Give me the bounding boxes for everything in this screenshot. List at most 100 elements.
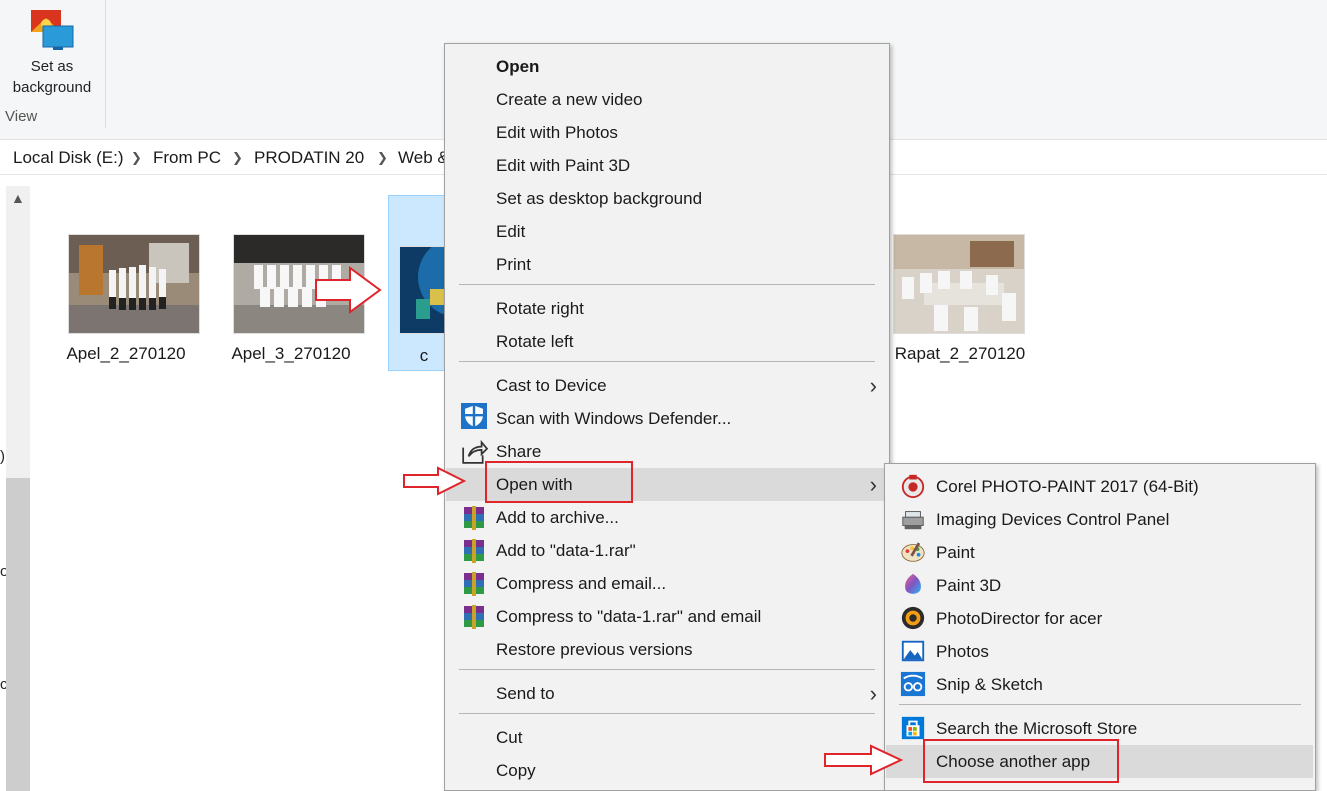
set-as-background-label: Set as background — [12, 58, 92, 96]
winrar-icon — [464, 539, 484, 563]
menu-item-label: Imaging Devices Control Panel — [936, 510, 1170, 529]
photodirector-icon — [901, 606, 925, 630]
file-thumbnail — [893, 234, 1025, 334]
menu-item-label: Edit with Photos — [496, 123, 618, 142]
menu-separator — [459, 713, 875, 714]
snip-sketch-icon — [900, 671, 926, 697]
winrar-icon — [464, 572, 484, 596]
chevron-right-icon[interactable]: ❯ — [232, 150, 243, 166]
menu-item-label: Snip & Sketch — [936, 675, 1043, 694]
nav-item-fragment[interactable]: ) — [0, 448, 5, 465]
chevron-right-icon: › — [869, 373, 877, 398]
menu-item-label: Rotate right — [496, 299, 584, 318]
chevron-right-icon: › — [869, 681, 877, 706]
menu-item-label: Scan with Windows Defender... — [496, 409, 732, 428]
menu-item-scan-defender[interactable]: Scan with Windows Defender... — [446, 402, 889, 435]
scroll-up-icon[interactable]: ▲ — [11, 190, 25, 206]
menu-item-compress-email[interactable]: Compress and email... — [446, 567, 889, 600]
annotation-arrow-icon — [403, 466, 466, 496]
app-item-paint3d[interactable]: Paint 3D — [886, 569, 1315, 602]
winrar-icon — [464, 605, 484, 629]
menu-item-label: Send to — [496, 684, 555, 703]
file-item[interactable]: Rapat_2_270120 — [893, 234, 1043, 410]
breadcrumb-web[interactable]: Web & — [398, 148, 449, 168]
menu-item-add-to-rar[interactable]: Add to "data-1.rar" — [446, 534, 889, 567]
set-as-background-button[interactable]: Set as background — [4, 4, 100, 100]
set-background-icon — [31, 10, 74, 50]
menu-item-label: Photos — [936, 642, 989, 661]
menu-item-label: Print — [496, 255, 531, 274]
menu-separator — [899, 704, 1301, 705]
ribbon-group-label: View — [5, 108, 38, 125]
menu-item-label: Corel PHOTO-PAINT 2017 (64-Bit) — [936, 477, 1199, 496]
menu-item-set-desktop-background[interactable]: Set as desktop background — [446, 182, 889, 215]
nav-scrollbar[interactable]: ▲ — [6, 186, 30, 791]
menu-item-label: Cast to Device — [496, 376, 607, 395]
ribbon-group-view: Set as background View — [0, 0, 106, 128]
file-name: Rapat_2_270120 — [894, 344, 1026, 363]
menu-item-rotate-right[interactable]: Rotate right — [446, 292, 889, 325]
menu-item-label: Set as desktop background — [496, 189, 703, 208]
scanner-icon — [902, 511, 924, 530]
file-item[interactable]: Apel_2_270120 — [66, 234, 218, 410]
menu-item-label: Add to "data-1.rar" — [496, 541, 636, 560]
menu-item-edit-with-paint3d[interactable]: Edit with Paint 3D — [446, 149, 889, 182]
annotation-arrow-icon — [824, 744, 903, 776]
menu-item-label: Compress and email... — [496, 574, 667, 593]
breadcrumb-prodatin[interactable]: PRODATIN 20 — [254, 148, 364, 168]
menu-item-label: Edit with Paint 3D — [496, 156, 631, 175]
menu-item-add-to-archive[interactable]: Add to archive... — [446, 501, 889, 534]
menu-item-label: Copy — [496, 761, 536, 780]
paint-palette-icon — [901, 542, 925, 562]
store-icon — [901, 716, 925, 740]
menu-item-create-video[interactable]: Create a new video — [446, 83, 889, 116]
app-item-paint[interactable]: Paint — [886, 536, 1315, 569]
file-name: Apel_2_270120 — [66, 344, 186, 363]
menu-item-label: Create a new video — [496, 90, 643, 109]
menu-item-rotate-left[interactable]: Rotate left — [446, 325, 889, 358]
menu-item-open[interactable]: Open — [446, 50, 889, 83]
file-item[interactable]: Apel_3_270120 — [231, 234, 383, 410]
context-menu: Open Create a new video Edit with Photos… — [444, 43, 890, 791]
menu-separator — [459, 361, 875, 362]
file-name: Apel_3_270120 — [231, 344, 351, 363]
menu-item-compress-rar-email[interactable]: Compress to "data-1.rar" and email — [446, 600, 889, 633]
menu-item-label: Paint 3D — [936, 576, 1002, 595]
chevron-right-icon[interactable]: ❯ — [131, 150, 142, 166]
menu-item-label: Restore previous versions — [496, 640, 693, 659]
shield-icon — [461, 403, 487, 429]
menu-item-label: Paint — [936, 543, 975, 562]
menu-item-label: PhotoDirector for acer — [936, 609, 1103, 628]
paint3d-icon — [905, 573, 921, 594]
menu-item-edit-with-photos[interactable]: Edit with Photos — [446, 116, 889, 149]
menu-item-label: Add to archive... — [496, 508, 619, 527]
menu-item-label: Edit — [496, 222, 526, 241]
menu-item-label: Rotate left — [496, 332, 574, 351]
file-thumbnail — [68, 234, 200, 334]
menu-item-label: Cut — [496, 728, 523, 747]
menu-item-label: Compress to "data-1.rar" and email — [496, 607, 762, 626]
menu-item-label: Open — [496, 57, 540, 76]
menu-separator — [459, 284, 875, 285]
photos-icon — [901, 640, 925, 662]
app-item-photos[interactable]: Photos — [886, 635, 1315, 668]
menu-item-cast-to-device[interactable]: Cast to Device › — [446, 369, 889, 402]
annotation-box — [923, 739, 1119, 783]
scroll-thumb[interactable] — [6, 478, 30, 791]
app-item-imaging-devices[interactable]: Imaging Devices Control Panel — [886, 503, 1315, 536]
app-item-corel[interactable]: Corel PHOTO-PAINT 2017 (64-Bit) — [886, 470, 1315, 503]
menu-item-send-to[interactable]: Send to › — [446, 677, 889, 710]
annotation-arrow-icon — [315, 266, 382, 314]
breadcrumb-local-disk[interactable]: Local Disk (E:) — [13, 148, 124, 168]
annotation-box — [485, 461, 633, 503]
corel-icon — [901, 474, 925, 499]
menu-item-edit[interactable]: Edit — [446, 215, 889, 248]
app-item-snip-sketch[interactable]: Snip & Sketch — [886, 668, 1315, 701]
menu-item-restore-versions[interactable]: Restore previous versions — [446, 633, 889, 666]
menu-item-print[interactable]: Print — [446, 248, 889, 281]
menu-separator — [459, 669, 875, 670]
app-item-photodirector[interactable]: PhotoDirector for acer — [886, 602, 1315, 635]
winrar-icon — [464, 506, 484, 530]
chevron-right-icon[interactable]: ❯ — [377, 150, 388, 166]
breadcrumb-from-pc[interactable]: From PC — [153, 148, 221, 168]
